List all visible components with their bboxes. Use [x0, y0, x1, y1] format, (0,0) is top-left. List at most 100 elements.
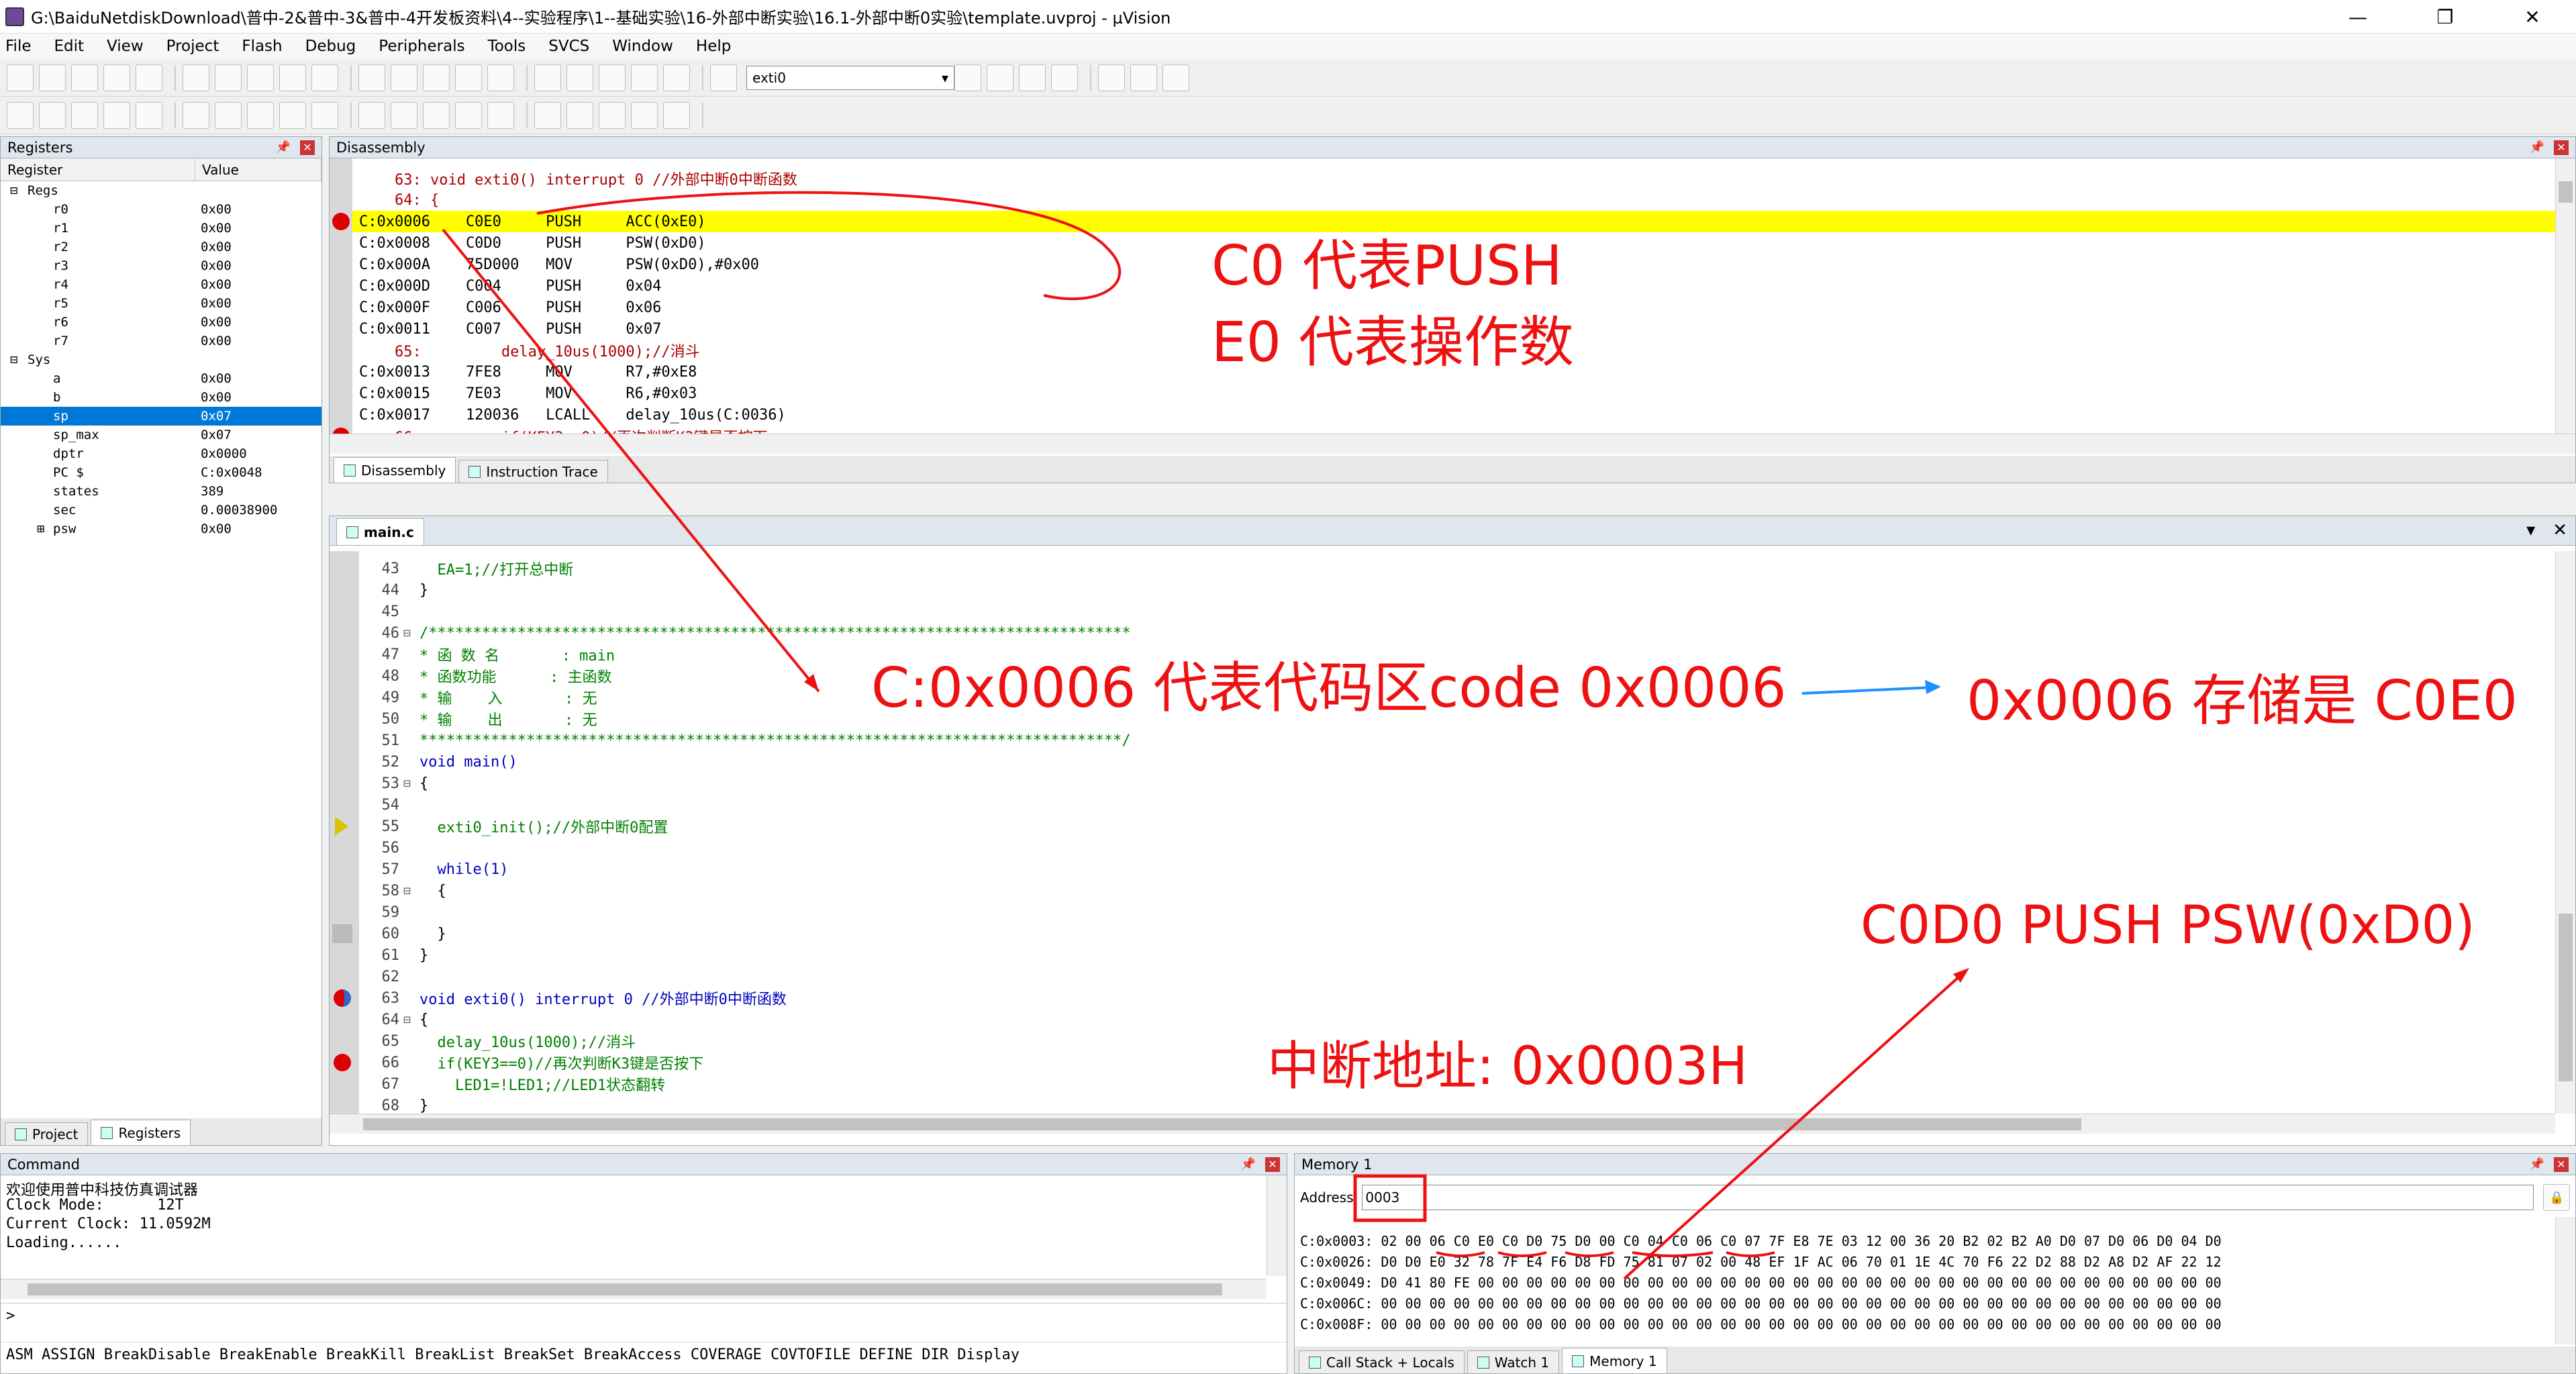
unindent-icon[interactable]: [566, 64, 593, 91]
register-value[interactable]: 389: [195, 484, 224, 499]
register-value[interactable]: 0x00: [195, 371, 232, 386]
redo-icon[interactable]: [279, 64, 306, 91]
step-over-icon[interactable]: [136, 101, 162, 129]
memory-row[interactable]: C:0x008F: 00 00 00 00 00 00 00 00 00 00 …: [1295, 1314, 2555, 1334]
tab-main-c[interactable]: main.c: [336, 518, 424, 545]
code-line[interactable]: 64 ⊟{: [359, 1009, 2555, 1030]
asm-line[interactable]: C:0x0006 C0E0 PUSH ACC(0xE0): [332, 211, 2555, 232]
register-value[interactable]: 0x00: [195, 258, 232, 273]
comment-icon[interactable]: [599, 64, 626, 91]
find-in-files-icon[interactable]: [663, 64, 690, 91]
code-line[interactable]: 56: [359, 837, 2555, 858]
tab-call-stack-locals[interactable]: Call Stack + Locals: [1299, 1351, 1465, 1373]
register-row[interactable]: r1 0x00: [1, 219, 321, 238]
save-all-icon[interactable]: [103, 64, 130, 91]
register-value[interactable]: 0x00: [195, 296, 232, 311]
memory-vscroll[interactable]: [2555, 1217, 2575, 1344]
tab-project[interactable]: Project: [5, 1122, 89, 1145]
indent-icon[interactable]: [534, 64, 561, 91]
save-icon[interactable]: [71, 64, 98, 91]
editor-vscroll[interactable]: [2555, 551, 2575, 1114]
register-value[interactable]: 0x00: [195, 221, 232, 236]
command-vscroll[interactable]: [1267, 1175, 1287, 1276]
code-line[interactable]: 46 ⊟/************************************…: [359, 622, 2555, 644]
lock-icon[interactable]: 🔒: [2543, 1184, 2570, 1211]
fold-icon[interactable]: ⊟: [403, 1013, 419, 1027]
register-row[interactable]: states 389: [1, 482, 321, 501]
menu-flash[interactable]: Flash: [242, 38, 282, 55]
register-row[interactable]: sp 0x07: [1, 407, 321, 426]
register-row[interactable]: ⊟ Regs: [1, 181, 321, 200]
code-line[interactable]: 68}: [359, 1095, 2555, 1114]
pin-icon[interactable]: 📌: [1241, 1157, 1256, 1172]
register-value[interactable]: 0x00: [195, 390, 232, 405]
pin-icon[interactable]: 📌: [276, 140, 291, 155]
run-to-cursor-icon[interactable]: [215, 101, 242, 129]
asm-line[interactable]: C:0x0015 7E03 MOV R6,#0x03: [352, 383, 2555, 404]
register-row[interactable]: r0 0x00: [1, 200, 321, 219]
register-row[interactable]: PC $ C:0x0048: [1, 463, 321, 482]
stop-icon[interactable]: [71, 101, 98, 129]
memory-row[interactable]: C:0x0026: D0 D0 E0 32 78 7F E4 F6 D8 FD …: [1295, 1251, 2555, 1272]
prev-bookmark-icon[interactable]: [423, 64, 450, 91]
breakpoint-icon[interactable]: [334, 1054, 351, 1071]
register-value[interactable]: 0x00: [195, 202, 232, 217]
code-line[interactable]: 43 EA=1;//打开总中断: [359, 558, 2555, 579]
target-select[interactable]: exti0 ▾: [746, 65, 954, 90]
toolbox-icon[interactable]: [663, 101, 690, 129]
register-value[interactable]: C:0x0048: [195, 465, 262, 480]
editor-hscroll[interactable]: [330, 1114, 2555, 1134]
register-value[interactable]: 0.00038900: [195, 503, 277, 518]
config-icon[interactable]: [1162, 64, 1189, 91]
find-icon[interactable]: [710, 64, 737, 91]
restore-button[interactable]: ❐: [2401, 0, 2489, 34]
register-value[interactable]: 0x07: [195, 428, 232, 442]
disable-bp-icon[interactable]: [1019, 64, 1046, 91]
breakpoint-icon[interactable]: [332, 213, 350, 230]
menu-help[interactable]: Help: [696, 38, 731, 55]
breakpoint-arrow-icon[interactable]: [334, 989, 351, 1007]
execution-mark-icon[interactable]: [332, 924, 352, 943]
code-line[interactable]: 45: [359, 601, 2555, 622]
disassembly-window-icon[interactable]: [311, 101, 338, 129]
address-input[interactable]: 0003: [1362, 1185, 2534, 1210]
menu-peripherals[interactable]: Peripherals: [379, 38, 464, 55]
register-row[interactable]: sec 0.00038900: [1, 501, 321, 520]
register-row[interactable]: sp_max 0x07: [1, 426, 321, 444]
register-row[interactable]: r6 0x00: [1, 313, 321, 332]
close-icon[interactable]: ✕: [300, 140, 315, 155]
clear-bookmark-icon[interactable]: [487, 64, 514, 91]
register-row[interactable]: r2 0x00: [1, 238, 321, 256]
register-row[interactable]: r7 0x00: [1, 332, 321, 350]
register-value[interactable]: 0x0000: [195, 446, 247, 461]
register-row[interactable]: dptr 0x0000: [1, 444, 321, 463]
register-value[interactable]: 0x00: [195, 315, 232, 330]
registers-window-icon[interactable]: [391, 101, 417, 129]
chevron-down-icon[interactable]: ▾: [2526, 520, 2535, 540]
close-icon[interactable]: ✕: [2554, 1157, 2569, 1172]
register-row[interactable]: b 0x00: [1, 388, 321, 407]
menu-edit[interactable]: Edit: [54, 38, 85, 55]
register-row[interactable]: ⊟ Sys: [1, 350, 321, 369]
tab-memory-1[interactable]: Memory 1: [1562, 1348, 1667, 1373]
register-row[interactable]: ⊞ psw 0x00: [1, 520, 321, 538]
window-layout-icon[interactable]: [1130, 64, 1157, 91]
code-line[interactable]: 44}: [359, 579, 2555, 601]
breakpoint-icon[interactable]: [987, 64, 1013, 91]
paste-icon[interactable]: [215, 64, 242, 91]
debug-session-icon[interactable]: [954, 64, 981, 91]
code-line[interactable]: 62: [359, 966, 2555, 987]
register-value[interactable]: 0x07: [195, 409, 232, 424]
minimize-button[interactable]: —: [2314, 0, 2401, 34]
forward-icon[interactable]: [358, 64, 385, 91]
tab-disassembly[interactable]: Disassembly: [334, 457, 456, 483]
pin-icon[interactable]: 📌: [2530, 1157, 2544, 1172]
current-pc-arrow-icon[interactable]: [335, 817, 348, 836]
call-stack-icon[interactable]: [423, 101, 450, 129]
close-icon[interactable]: ✕: [2553, 520, 2567, 540]
register-row[interactable]: a 0x00: [1, 369, 321, 388]
new-file-icon[interactable]: [7, 64, 34, 91]
code-line[interactable]: 63 void exti0() interrupt 0 //外部中断0中断函数: [334, 987, 2555, 1009]
disassembly-gutter[interactable]: [330, 158, 352, 434]
column-register[interactable]: Register: [1, 158, 195, 181]
